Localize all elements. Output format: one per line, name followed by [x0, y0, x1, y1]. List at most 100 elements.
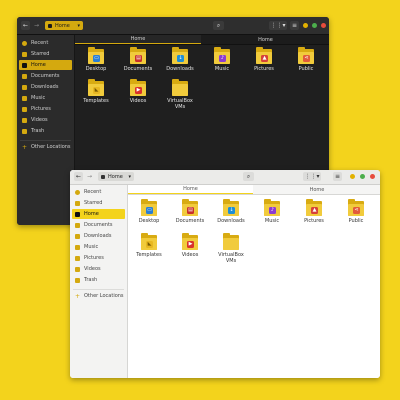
maximize-button[interactable]: [360, 174, 365, 179]
back-button[interactable]: ←: [74, 172, 83, 181]
sidebar-item-starred[interactable]: Starred: [72, 198, 125, 208]
sidebar-item-recent[interactable]: Recent: [19, 38, 72, 48]
folder-documents[interactable]: ▤ Documents: [121, 47, 155, 72]
folder-downloads[interactable]: ↓ Downloads: [163, 47, 197, 72]
template-icon: ◣: [146, 241, 153, 248]
back-arrow-icon: ←: [22, 22, 29, 29]
folder-public[interactable]: ⋖ Public: [289, 47, 323, 72]
tab-label: Home: [130, 36, 146, 42]
sidebar-item-other-locations[interactable]: + Other Locations: [72, 291, 125, 301]
view-list-icon: ⋮⋮▾: [304, 173, 320, 180]
download-icon: [75, 233, 80, 239]
menu-button[interactable]: ≡: [290, 21, 299, 30]
video-icon: [75, 266, 80, 272]
folder-label: Documents: [175, 218, 205, 224]
sidebar-item-label: Downloads: [31, 84, 59, 90]
folder-desktop[interactable]: ▭ Desktop: [132, 199, 166, 224]
desktop-icon: ▭: [93, 55, 100, 62]
sidebar-item-music[interactable]: Music: [19, 93, 72, 103]
sidebar-item-videos[interactable]: Videos: [19, 115, 72, 125]
sidebar-item-trash[interactable]: Trash: [72, 275, 125, 285]
path-bar-home[interactable]: Home ▾: [45, 21, 83, 30]
folder-label: VirtualBox VMs: [167, 98, 193, 110]
sidebar-item-starred[interactable]: Starred: [19, 49, 72, 59]
tab-home-2[interactable]: Home: [202, 35, 329, 44]
search-button[interactable]: ⌕: [243, 172, 254, 181]
sidebar-item-label: Pictures: [84, 255, 104, 261]
folder-templates[interactable]: ◣ Templates: [132, 233, 166, 258]
star-icon: [22, 51, 27, 57]
tab-home-1[interactable]: Home: [128, 185, 253, 194]
view-options-button[interactable]: ⋮⋮▾: [303, 172, 321, 181]
sidebar-item-downloads[interactable]: Downloads: [19, 82, 72, 92]
video-icon: ▶: [135, 87, 142, 94]
folder-music[interactable]: ♪ Music: [255, 199, 289, 224]
sidebar-item-documents[interactable]: Documents: [19, 71, 72, 81]
folder-virtualbox-vms[interactable]: VirtualBox VMs: [163, 79, 197, 110]
back-button[interactable]: ←: [21, 21, 30, 30]
folder-icon: ▶: [182, 233, 198, 250]
home-icon: [75, 211, 80, 217]
folder-icon: ▤: [130, 47, 146, 64]
sidebar-item-videos[interactable]: Videos: [72, 264, 125, 274]
folder-music[interactable]: ♪ Music: [205, 47, 239, 72]
sidebar-item-home[interactable]: Home: [19, 60, 72, 70]
sidebar-item-label: Videos: [31, 117, 48, 123]
sidebar-item-pictures[interactable]: Pictures: [19, 104, 72, 114]
folder-public[interactable]: ⋖ Public: [339, 199, 373, 224]
sidebar-item-music[interactable]: Music: [72, 242, 125, 252]
sidebar-item-other-locations[interactable]: + Other Locations: [19, 142, 72, 152]
folder-icon: [172, 79, 188, 96]
folder-label: Templates: [136, 252, 162, 258]
folder-label: Public: [298, 66, 314, 72]
music-icon: [22, 95, 27, 101]
folder-documents[interactable]: ▤ Documents: [173, 199, 207, 224]
folder-desktop[interactable]: ▭ Desktop: [79, 47, 113, 72]
trash-icon: [75, 277, 80, 283]
document-icon: ▤: [187, 207, 194, 214]
clock-icon: [75, 189, 80, 195]
folder-virtualbox-vms[interactable]: VirtualBox VMs: [214, 233, 248, 264]
folder-pictures[interactable]: ▲ Pictures: [247, 47, 281, 72]
trash-icon: [22, 128, 27, 134]
menu-button[interactable]: ≡: [333, 172, 342, 181]
download-icon: [22, 84, 27, 90]
tab-bar: Home Home: [128, 185, 380, 195]
close-button[interactable]: [370, 174, 375, 179]
maximize-button[interactable]: [312, 23, 317, 28]
folder-icon: ♪: [264, 199, 280, 216]
minimize-button[interactable]: [303, 23, 308, 28]
sidebar-item-home[interactable]: Home: [72, 209, 125, 219]
sidebar-item-downloads[interactable]: Downloads: [72, 231, 125, 241]
sidebar-item-recent[interactable]: Recent: [72, 187, 125, 197]
search-button[interactable]: ⌕: [213, 21, 224, 30]
folder-label: Music: [214, 66, 230, 72]
share-icon: ⋖: [303, 55, 310, 62]
tab-label: Home: [183, 186, 198, 192]
view-options-button[interactable]: ⋮⋮▾: [269, 21, 287, 30]
star-icon: [75, 200, 80, 206]
folder-downloads[interactable]: ↓ Downloads: [214, 199, 248, 224]
tab-home-1[interactable]: Home: [75, 35, 201, 44]
sidebar-item-trash[interactable]: Trash: [19, 126, 72, 136]
forward-arrow-icon: →: [86, 173, 93, 180]
tab-bar: Home Home: [75, 35, 329, 45]
minimize-button[interactable]: [350, 174, 355, 179]
forward-button[interactable]: →: [85, 172, 94, 181]
close-button[interactable]: [321, 23, 326, 28]
sidebar-item-documents[interactable]: Documents: [72, 220, 125, 230]
folder-videos[interactable]: ▶ Videos: [121, 79, 155, 104]
folder-pictures[interactable]: ▲ Pictures: [297, 199, 331, 224]
folder-label: Music: [264, 218, 280, 224]
download-icon: ↓: [228, 207, 235, 214]
pictures-icon: [22, 106, 27, 112]
folder-icon: ▲: [306, 199, 322, 216]
forward-button[interactable]: →: [32, 21, 41, 30]
tab-home-2[interactable]: Home: [254, 185, 380, 194]
desktop-icon: ▭: [146, 207, 153, 214]
path-bar-home[interactable]: Home ▾: [98, 172, 134, 181]
folder-videos[interactable]: ▶ Videos: [173, 233, 207, 258]
folder-templates[interactable]: ◣ Templates: [79, 79, 113, 104]
sidebar-item-pictures[interactable]: Pictures: [72, 253, 125, 263]
pictures-icon: ▲: [261, 55, 268, 62]
